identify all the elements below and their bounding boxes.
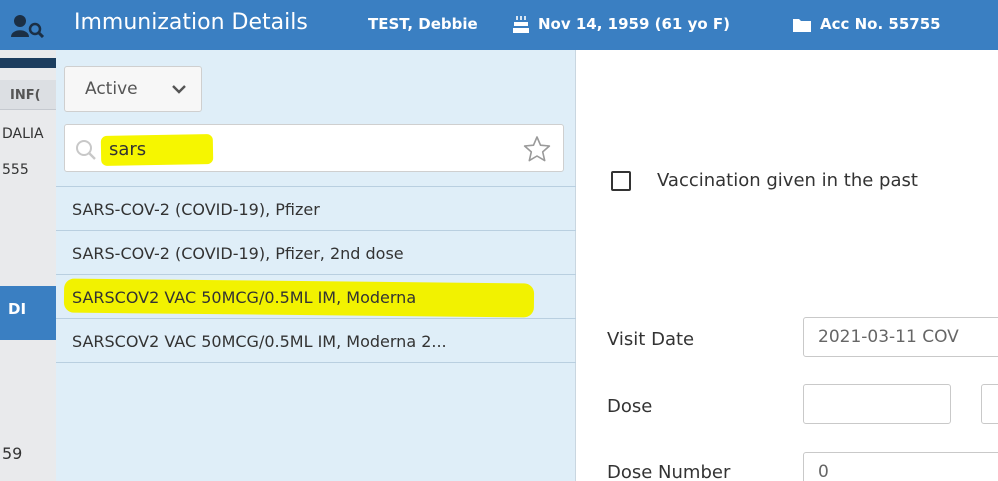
vaccine-result-label: SARSCOV2 VAC 50MCG/0.5ML IM, Moderna — [72, 288, 417, 307]
folder-icon — [793, 19, 811, 32]
patient-name: TEST, Debbie — [368, 15, 478, 33]
background-window: INF( DALIA 555 DI 59 — [0, 50, 56, 481]
patient-dob: Nov 14, 1959 (61 yo F) — [538, 15, 730, 33]
vaccine-result-label: SARS-COV-2 (COVID-19), Pfizer — [72, 200, 320, 219]
dose-unit-field[interactable] — [981, 384, 998, 424]
star-icon[interactable] — [523, 135, 551, 163]
immunization-form: Vaccination given in the past Visit Date… — [577, 50, 998, 481]
dose-label: Dose — [607, 396, 653, 417]
search-icon — [76, 140, 96, 160]
dose-field[interactable] — [803, 384, 951, 424]
vaccine-search-box — [64, 124, 564, 172]
background-tab: DI — [0, 286, 56, 340]
status-filter-value: Active — [85, 79, 138, 99]
patient-search-icon — [11, 15, 45, 38]
dose-number-field[interactable]: 0 — [803, 452, 998, 481]
vaccine-search-panel: Active SARS-COV-2 (COVID-19), Pfizer SAR… — [56, 50, 576, 481]
account-number: Acc No. 55755 — [820, 15, 941, 33]
visit-date-label: Visit Date — [607, 329, 695, 350]
background-text: 59 — [2, 444, 23, 463]
background-text: DALIA — [2, 126, 44, 142]
dose-number-label: Dose Number — [607, 462, 731, 481]
birthday-cake-icon — [513, 16, 529, 33]
vaccine-result-item-highlighted[interactable]: SARSCOV2 VAC 50MCG/0.5ML IM, Moderna — [56, 275, 576, 319]
visit-date-field[interactable]: 2021-03-11 COV — [803, 317, 998, 357]
background-text: 555 — [2, 162, 29, 178]
past-vaccination-checkbox[interactable] — [611, 171, 631, 191]
vaccine-result-item[interactable]: SARS-COV-2 (COVID-19), Pfizer, 2nd dose — [56, 231, 576, 275]
past-vaccination-label: Vaccination given in the past — [657, 170, 918, 191]
background-toolbar — [0, 58, 56, 68]
vaccine-result-item[interactable]: SARS-COV-2 (COVID-19), Pfizer — [56, 187, 576, 231]
title-bar: Immunization Details TEST, Debbie Nov 14… — [0, 0, 998, 50]
status-filter-dropdown[interactable]: Active — [64, 66, 202, 112]
background-header-text: INF( — [10, 88, 41, 103]
vaccine-search-input[interactable] — [109, 134, 489, 164]
background-tab-label: DI — [8, 300, 27, 318]
vaccine-results-list: SARS-COV-2 (COVID-19), Pfizer SARS-COV-2… — [56, 186, 576, 363]
chevron-down-icon — [172, 85, 186, 94]
background-column-header: INF( — [0, 80, 56, 110]
vaccine-result-item[interactable]: SARSCOV2 VAC 50MCG/0.5ML IM, Moderna 2..… — [56, 319, 576, 363]
window-title: Immunization Details — [74, 10, 308, 35]
vaccine-result-label: SARSCOV2 VAC 50MCG/0.5ML IM, Moderna 2..… — [72, 332, 447, 351]
vaccine-result-label: SARS-COV-2 (COVID-19), Pfizer, 2nd dose — [72, 244, 404, 263]
